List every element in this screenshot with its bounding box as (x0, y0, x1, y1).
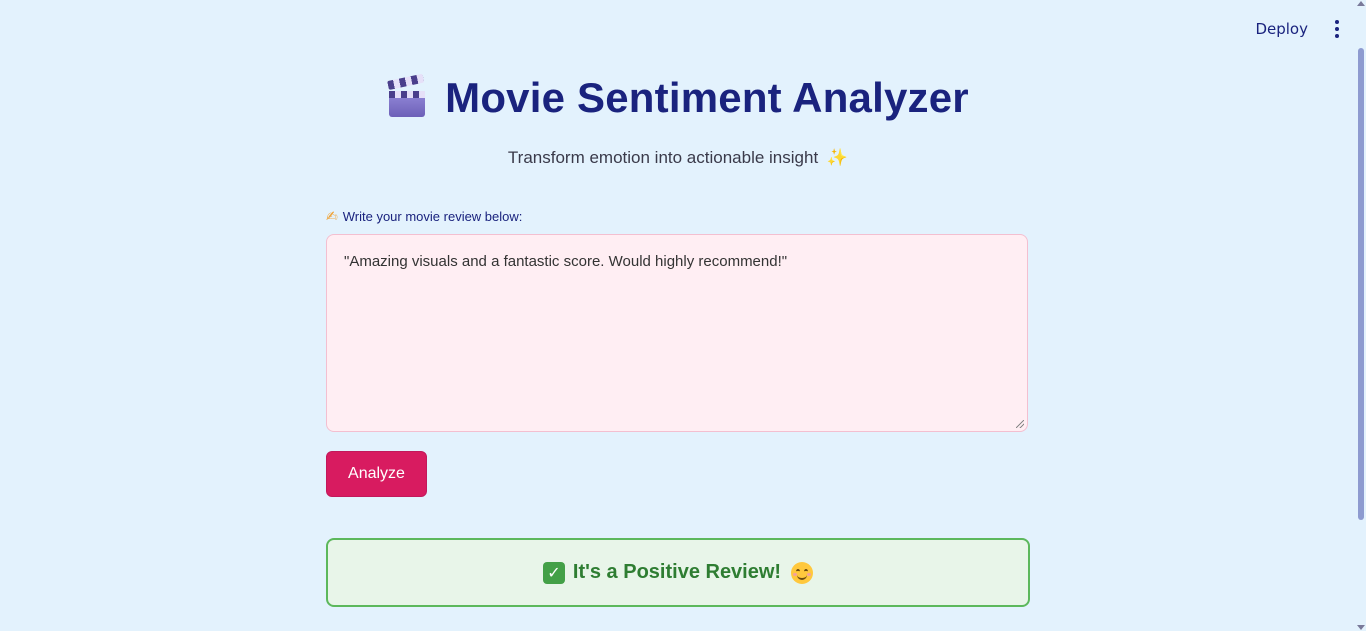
scroll-down-arrow-icon[interactable] (1357, 625, 1365, 630)
scroll-up-arrow-icon[interactable] (1357, 1, 1365, 6)
page-title: Movie Sentiment Analyzer (445, 74, 969, 121)
kebab-dot (1335, 20, 1339, 24)
subtitle-text: Transform emotion into actionable insigh… (507, 148, 819, 167)
kebab-dot (1335, 27, 1339, 31)
top-toolbar: Deploy (1251, 16, 1342, 42)
app-root: Deploy Movie Sentiment Analyzer Transfor… (0, 0, 1366, 631)
vertical-scrollbar[interactable] (1356, 0, 1366, 631)
kebab-dot (1335, 34, 1339, 38)
page-subtitle: Transform emotion into actionable insigh… (326, 148, 1030, 168)
writing-hand-icon: ✍ (326, 208, 338, 224)
result-banner: ✓ It's a Positive Review! (326, 538, 1030, 607)
analyze-button[interactable]: Analyze (326, 451, 427, 497)
smiling-face-icon (791, 561, 814, 584)
resize-handle-icon[interactable] (1016, 420, 1024, 428)
check-mark-icon: ✓ (542, 561, 565, 584)
deploy-button[interactable]: Deploy (1251, 18, 1312, 40)
review-label: ✍ Write your movie review below: (326, 208, 522, 225)
review-textarea-container: "Amazing visuals and a fantastic score. … (326, 234, 1028, 432)
result-text: It's a Positive Review! (572, 561, 782, 583)
clapperboard-icon (387, 73, 427, 119)
page-header: Movie Sentiment Analyzer (326, 73, 1030, 122)
scrollbar-thumb[interactable] (1358, 48, 1364, 520)
sparkles-icon: ✨ (826, 148, 849, 167)
review-label-text: Write your movie review below: (342, 209, 523, 224)
kebab-menu-icon[interactable] (1332, 17, 1342, 41)
review-textarea[interactable]: "Amazing visuals and a fantastic score. … (327, 235, 1027, 431)
